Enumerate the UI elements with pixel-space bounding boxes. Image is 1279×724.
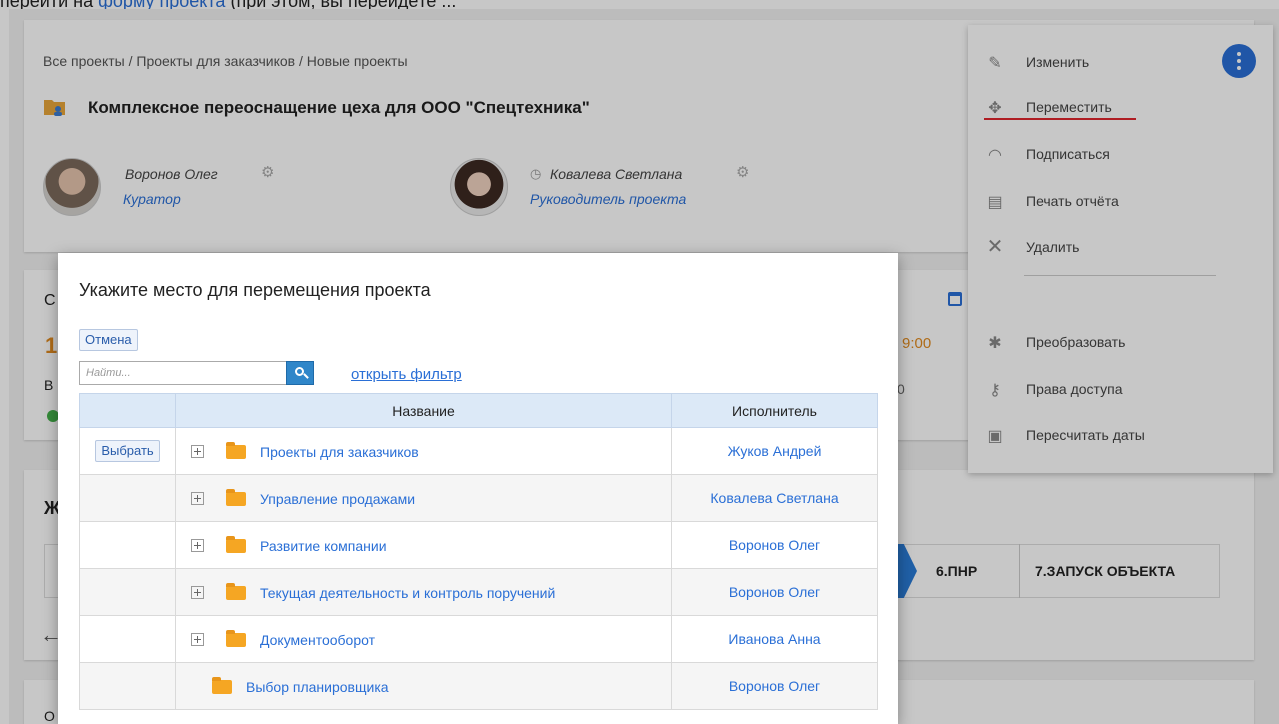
expand-icon[interactable] [191, 586, 204, 600]
executor-link[interactable]: Воронов Олег [671, 662, 878, 710]
executor-link[interactable]: Иванова Анна [671, 615, 878, 663]
search-button[interactable] [286, 361, 314, 385]
folder-icon [226, 488, 246, 506]
destination-table: Название Исполнитель Выбрать Проекты для… [79, 393, 878, 710]
cancel-button[interactable]: Отмена [79, 329, 138, 351]
table-row: Развитие компании Воронов Олег [79, 521, 878, 569]
column-header-executor[interactable]: Исполнитель [671, 393, 878, 428]
table-row: Текущая деятельность и контроль поручени… [79, 568, 878, 616]
executor-link[interactable]: Воронов Олег [671, 521, 878, 569]
folder-name-link[interactable]: Развитие компании [260, 538, 387, 554]
expand-icon[interactable] [191, 633, 204, 647]
table-row: Управление продажами Ковалева Светлана [79, 474, 878, 522]
column-header-name[interactable]: Название [175, 393, 672, 428]
folder-icon [226, 629, 246, 647]
executor-link[interactable]: Ковалева Светлана [671, 474, 878, 522]
folder-name-link[interactable]: Управление продажами [260, 491, 415, 507]
table-header-row: Название Исполнитель [79, 393, 878, 428]
folder-name-link[interactable]: Проекты для заказчиков [260, 444, 419, 460]
dialog-title: Укажите место для перемещения проекта [79, 280, 431, 300]
folder-name-link[interactable]: Документооборот [260, 632, 375, 648]
expand-icon[interactable] [191, 445, 204, 459]
folder-icon [212, 676, 232, 694]
expand-icon[interactable] [191, 492, 204, 506]
open-filter-link[interactable]: открыть фильтр [351, 366, 462, 383]
column-header-select [79, 393, 176, 428]
table-row: Выбрать Проекты для заказчиков Жуков Анд… [79, 427, 878, 475]
folder-name-link[interactable]: Текущая деятельность и контроль поручени… [260, 585, 555, 601]
folder-icon [226, 535, 246, 553]
table-row: Документооборот Иванова Анна [79, 615, 878, 663]
search-input[interactable] [79, 361, 287, 385]
select-button[interactable]: Выбрать [95, 440, 160, 462]
folder-icon [226, 582, 246, 600]
expand-icon[interactable] [191, 539, 204, 553]
folder-icon [226, 441, 246, 459]
executor-link[interactable]: Воронов Олег [671, 568, 878, 616]
executor-link[interactable]: Жуков Андрей [671, 427, 878, 475]
table-row: Выбор планировщика Воронов Олег [79, 662, 878, 710]
folder-name-link[interactable]: Выбор планировщика [246, 679, 389, 695]
